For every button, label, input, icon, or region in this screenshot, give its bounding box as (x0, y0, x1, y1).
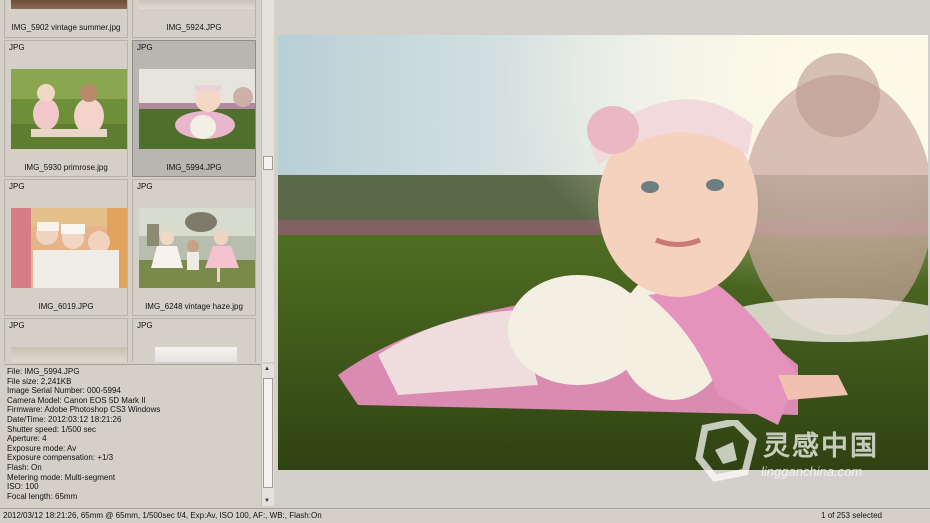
watermark-brand-text: 灵感中国 (763, 431, 879, 462)
info-line: Date/Time: 2012:03:12 18:21:26 (7, 414, 122, 424)
info-line: Focal length: 65mm (7, 491, 78, 501)
thumbnail-item[interactable]: IMG_5924.JPG (132, 0, 256, 38)
watermark: 灵感中国 lingganchina.com (695, 418, 925, 484)
info-line: Metering mode: Multi-segment (7, 472, 116, 482)
thumbnail-image (139, 69, 255, 149)
file-type-label: JPG (9, 321, 25, 330)
thumbnail-grid: IMG_5902 vintage summer.jpg IMG_5924.JPG… (4, 0, 260, 362)
thumbnail-filename: IMG_5902 vintage summer.jpg (11, 23, 121, 32)
scrollbar-thumb[interactable] (263, 378, 273, 488)
info-line: Firmware: Adobe Photoshop CS3 Windows (7, 405, 161, 415)
exif-info-panel: File: IMG_5994.JPG File size: 2,241KB Im… (4, 364, 261, 506)
thumbnail-item[interactable]: IMG_5902 vintage summer.jpg (4, 0, 128, 38)
scroll-down-icon[interactable]: ▼ (264, 498, 270, 504)
preview-photo[interactable] (278, 35, 928, 470)
thumbnail-filename: IMG_5924.JPG (166, 23, 222, 32)
thumbnail-item[interactable]: JPG (132, 179, 256, 316)
thumbnail-filename: IMG_5994.JPG (166, 163, 222, 172)
scrollbar-thumb[interactable] (263, 156, 273, 170)
thumbnail-image (11, 208, 127, 288)
thumbnail-image (11, 0, 127, 9)
status-bar: 2012/03/12 18:21:26, 65mm @ 65mm, 1/500s… (0, 508, 930, 523)
info-line: Flash: On (7, 462, 42, 472)
info-line: File: IMG_5994.JPG (7, 367, 80, 376)
thumbnail-filename: IMG_6248 vintage haze.jpg (145, 302, 243, 311)
info-line: File size: 2,241KB (7, 376, 72, 386)
info-line: Exposure compensation: +1/3 (7, 453, 114, 463)
thumbnail-item[interactable]: JPG IMG_6019.JPG (4, 179, 128, 316)
status-selection-count: 1 of 253 selected (821, 511, 882, 520)
thumbnail-image (139, 208, 255, 288)
file-type-label: JPG (137, 43, 153, 52)
watermark-url: lingganchina.com (761, 464, 863, 479)
info-line: Image Serial Number: 000-5994 (7, 386, 121, 396)
thumbnail-item[interactable]: JPG (4, 318, 128, 362)
app-window: IMG_5902 vintage summer.jpg IMG_5924.JPG… (0, 0, 930, 523)
thumbnail-filename: IMG_6019.JPG (38, 302, 94, 311)
file-browser-panel: IMG_5902 vintage summer.jpg IMG_5924.JPG… (0, 0, 276, 508)
info-line: Exposure mode: Av (7, 443, 77, 453)
thumbnail-scrollbar[interactable] (261, 0, 274, 362)
thumbnail-item-selected[interactable]: JPG IMG_5994.JPG (132, 40, 256, 177)
info-line: Aperture: 4 (7, 434, 47, 444)
file-type-label: JPG (137, 182, 153, 191)
file-type-label: JPG (137, 321, 153, 330)
thumbnail-item[interactable]: JPG IMG_5930 primrose.jpg (4, 40, 128, 177)
thumbnail-image (155, 347, 237, 362)
brand-logo-icon (695, 418, 757, 482)
thumbnail-item[interactable]: JPG (132, 318, 256, 362)
thumbnail-filename: IMG_5930 primrose.jpg (24, 163, 108, 172)
thumbnail-image (11, 69, 127, 149)
info-scrollbar[interactable]: ▲ ▼ (261, 364, 274, 506)
info-line: Shutter speed: 1/500 sec (7, 424, 96, 434)
info-line: ISO: 100 (7, 482, 39, 492)
thumbnail-image (139, 0, 255, 9)
file-type-label: JPG (9, 182, 25, 191)
info-line: Camera Model: Canon EOS 5D Mark II (7, 395, 146, 405)
thumbnail-image (11, 347, 127, 362)
scroll-up-icon[interactable]: ▲ (264, 366, 270, 372)
status-exif-summary: 2012/03/12 18:21:26, 65mm @ 65mm, 1/500s… (3, 511, 322, 520)
file-type-label: JPG (9, 43, 25, 52)
